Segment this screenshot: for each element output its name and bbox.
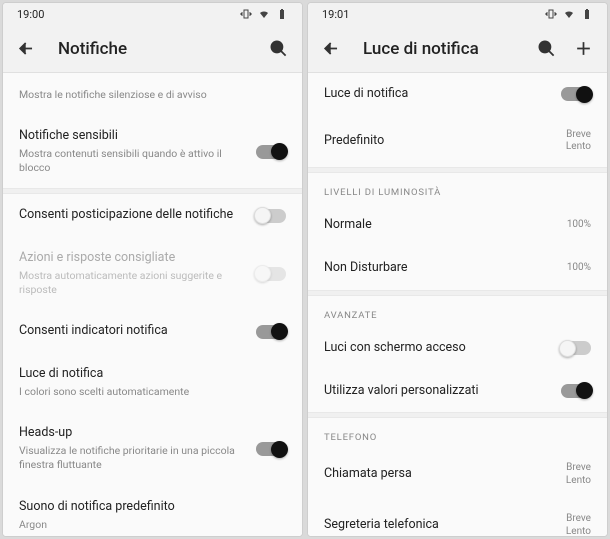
row-title: Luce di notifica: [324, 86, 551, 103]
toggle-switch[interactable]: [256, 145, 286, 159]
setting-row[interactable]: Suono di notifica predefinito Argon: [3, 486, 302, 536]
toggle-switch: [256, 267, 286, 281]
row-title: Heads-up: [19, 425, 246, 442]
setting-row[interactable]: Segreteria telefonica BreveLento: [308, 500, 607, 536]
row-title: Utilizza valori personalizzati: [324, 383, 551, 400]
header: Notifiche: [3, 25, 302, 73]
row-subtitle: I colori sono scelti automaticamente: [19, 385, 286, 399]
setting-row[interactable]: Consenti indicatori notifica: [3, 310, 302, 353]
setting-row[interactable]: Consenti posticipazione delle notifiche: [3, 194, 302, 237]
status-bar: 19:00: [3, 3, 302, 25]
row-value: 100%: [567, 262, 591, 275]
row-subtitle: Visualizza le notifiche prioritarie in u…: [19, 444, 246, 472]
setting-row[interactable]: Predefinito BreveLento: [308, 116, 607, 167]
toggle-switch[interactable]: [256, 442, 286, 456]
battery-icon: [276, 8, 288, 20]
row-subtitle: Mostra le notifiche silenziose e di avvi…: [19, 88, 286, 102]
status-time: 19:01: [322, 8, 349, 21]
row-value: 100%: [567, 219, 591, 232]
battery-icon: [581, 8, 593, 20]
status-icons: [240, 8, 288, 20]
right-device: 19:01 Luce di notifica Luce di notifica …: [308, 3, 607, 536]
page-title: Notifiche: [58, 39, 247, 59]
row-title: Luci con schermo acceso: [324, 340, 551, 357]
toggle-switch[interactable]: [256, 325, 286, 339]
left-device: 19:00 Notifiche Mostra le notifiche sile…: [3, 3, 302, 536]
row-title: Consenti posticipazione delle notifiche: [19, 207, 246, 224]
row-value: BreveLento: [566, 513, 591, 536]
back-icon[interactable]: [322, 39, 341, 58]
row-title: Normale: [324, 217, 557, 234]
setting-row[interactable]: Luci con schermo acceso: [308, 327, 607, 370]
search-icon[interactable]: [537, 39, 556, 58]
row-title: Notifiche sensibili: [19, 128, 246, 145]
vibrate-icon: [545, 8, 557, 20]
toggle-switch[interactable]: [256, 209, 286, 223]
back-icon[interactable]: [17, 39, 36, 58]
setting-row[interactable]: Utilizza valori personalizzati: [308, 370, 607, 413]
row-value: BreveLento: [566, 462, 591, 487]
row-subtitle: Argon: [19, 518, 286, 532]
setting-row[interactable]: Notifiche sensibili Mostra contenuti sen…: [3, 115, 302, 188]
section-label: TELEFONO: [308, 418, 607, 449]
page-title: Luce di notifica: [363, 39, 515, 59]
setting-row[interactable]: Non Disturbare 100%: [308, 247, 607, 290]
setting-row[interactable]: Luce di notifica I colori sono scelti au…: [3, 353, 302, 412]
row-title: Suono di notifica predefinito: [19, 499, 286, 516]
setting-row[interactable]: Mostra le notifiche silenziose e di avvi…: [3, 73, 302, 115]
search-icon[interactable]: [269, 39, 288, 58]
header: Luce di notifica: [308, 25, 607, 73]
wifi-icon: [258, 8, 270, 20]
row-title: Predefinito: [324, 133, 556, 150]
row-title: Chiamata persa: [324, 466, 556, 483]
toggle-switch[interactable]: [561, 87, 591, 101]
setting-row[interactable]: Heads-up Visualizza le notifiche priorit…: [3, 412, 302, 485]
toggle-switch[interactable]: [561, 341, 591, 355]
setting-row[interactable]: Azioni e risposte consigliate Mostra aut…: [3, 237, 302, 310]
row-title: Luce di notifica: [19, 366, 286, 383]
setting-row[interactable]: Normale 100%: [308, 204, 607, 247]
add-icon[interactable]: [574, 39, 593, 58]
setting-row[interactable]: Chiamata persa BreveLento: [308, 449, 607, 500]
section-label: AVANZATE: [308, 296, 607, 327]
row-value: BreveLento: [566, 129, 591, 154]
vibrate-icon: [240, 8, 252, 20]
wifi-icon: [563, 8, 575, 20]
row-title: Azioni e risposte consigliate: [19, 250, 246, 267]
settings-list[interactable]: Luce di notifica Predefinito BreveLento …: [308, 73, 607, 536]
setting-row[interactable]: Luce di notifica: [308, 73, 607, 116]
settings-list[interactable]: Mostra le notifiche silenziose e di avvi…: [3, 73, 302, 536]
section-label: LIVELLI DI LUMINOSITÀ: [308, 173, 607, 204]
row-subtitle: Mostra contenuti sensibili quando è atti…: [19, 147, 246, 175]
row-title: Consenti indicatori notifica: [19, 323, 246, 340]
row-title: Non Disturbare: [324, 260, 557, 277]
toggle-switch[interactable]: [561, 384, 591, 398]
status-bar: 19:01: [308, 3, 607, 25]
status-icons: [545, 8, 593, 20]
row-subtitle: Mostra automaticamente azioni suggerite …: [19, 269, 246, 297]
row-title: Segreteria telefonica: [324, 517, 556, 534]
status-time: 19:00: [17, 8, 44, 21]
